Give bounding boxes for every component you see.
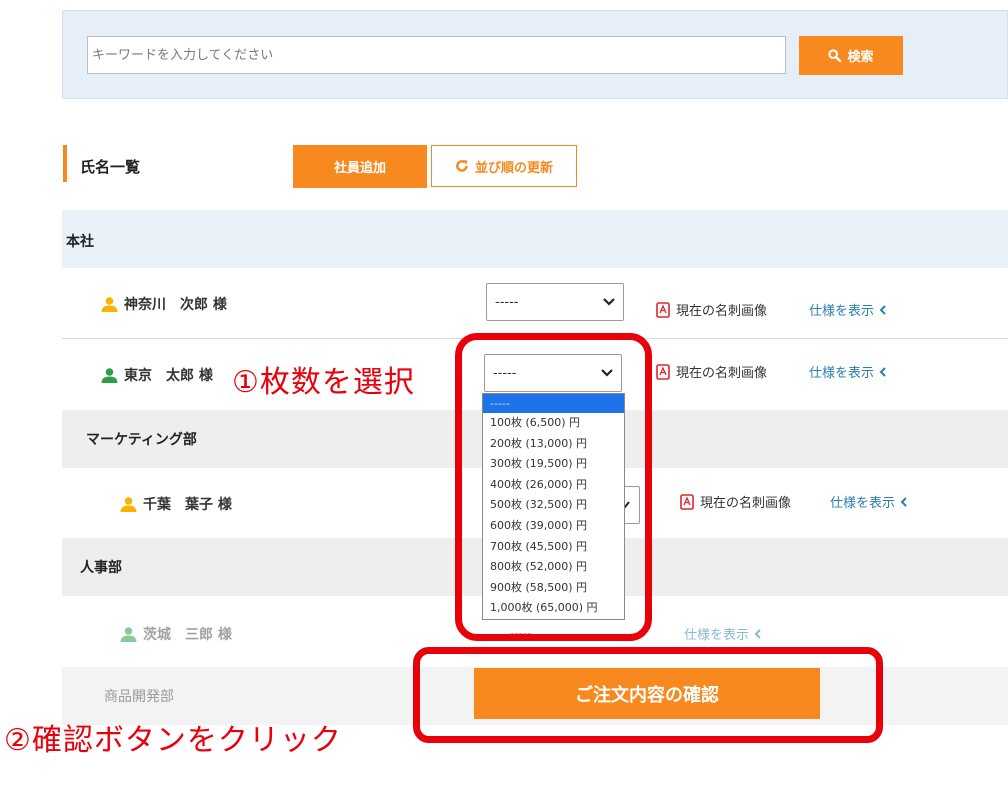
add-employee-button[interactable]: 社員追加: [293, 145, 427, 188]
member-name: 茨城 三郎 様: [143, 627, 232, 643]
annotation-step2: ②確認ボタンをクリック: [4, 723, 342, 758]
pdf-icon: [656, 363, 670, 380]
search-icon: [828, 49, 842, 62]
current-card-image-label: 現在の名刺画像: [676, 304, 768, 319]
title-accent-bar: [63, 145, 67, 182]
show-spec-link[interactable]: 仕様を表示: [809, 300, 886, 319]
page-title: 氏名一覧: [80, 158, 141, 176]
pdf-icon: [680, 493, 694, 510]
show-spec-label: 仕様を表示: [809, 366, 875, 381]
chevron-left-icon: [879, 304, 886, 315]
show-spec-label: 仕様を表示: [830, 496, 896, 511]
chevron-left-icon: [754, 628, 761, 639]
group-label: マーケティング部: [86, 432, 197, 448]
quantity-select[interactable]: -----: [486, 283, 624, 321]
chevron-left-icon: [879, 366, 886, 377]
chevron-down-icon: [603, 298, 615, 306]
annotation-frame-dropdown: [455, 333, 652, 641]
current-card-image-label: 現在の名刺画像: [676, 366, 768, 381]
current-card-image-label: 現在の名刺画像: [700, 496, 792, 511]
search-input[interactable]: [87, 36, 786, 74]
group-label: 商品開発部: [104, 689, 174, 705]
add-employee-label: 社員追加: [333, 161, 386, 176]
person-icon: [101, 296, 118, 312]
show-spec-link[interactable]: 仕様を表示: [684, 624, 761, 643]
refresh-icon: [456, 160, 468, 172]
show-spec-label: 仕様を表示: [809, 304, 875, 319]
member-name: 千葉 葉子 様: [143, 497, 232, 513]
member-row: 茨城 三郎 様: [120, 624, 232, 644]
person-icon: [120, 496, 137, 512]
show-spec-label: 仕様を表示: [684, 628, 750, 643]
member-name: 東京 太郎 様: [124, 368, 213, 384]
member-row: 東京 太郎 様: [101, 365, 213, 385]
show-spec-link[interactable]: 仕様を表示: [830, 492, 907, 511]
pdf-icon: [656, 301, 670, 318]
current-card-image-link[interactable]: 現在の名刺画像: [656, 362, 767, 381]
current-card-image-link[interactable]: 現在の名刺画像: [680, 492, 791, 511]
annotation-step1: ①枚数を選択: [232, 365, 415, 400]
quantity-select-value: -----: [495, 294, 519, 310]
annotation-frame-confirm: [413, 647, 883, 743]
person-icon: [101, 367, 118, 383]
member-row: 千葉 葉子 様: [120, 494, 232, 514]
refresh-order-label: 並び順の更新: [474, 160, 553, 176]
member-row: 神奈川 次郎 様: [101, 294, 227, 314]
search-button-label: 検索: [847, 50, 874, 65]
search-button[interactable]: 検索: [799, 36, 903, 75]
member-name: 神奈川 次郎 様: [124, 297, 227, 313]
current-card-image-link[interactable]: 現在の名刺画像: [656, 300, 767, 319]
person-icon: [120, 626, 137, 642]
refresh-order-button[interactable]: 並び順の更新: [431, 145, 577, 187]
group-label: 本社: [66, 234, 94, 250]
group-row-honsha: [62, 210, 1008, 268]
chevron-left-icon: [900, 496, 907, 507]
show-spec-link[interactable]: 仕様を表示: [809, 362, 886, 381]
group-label: 人事部: [80, 560, 122, 576]
